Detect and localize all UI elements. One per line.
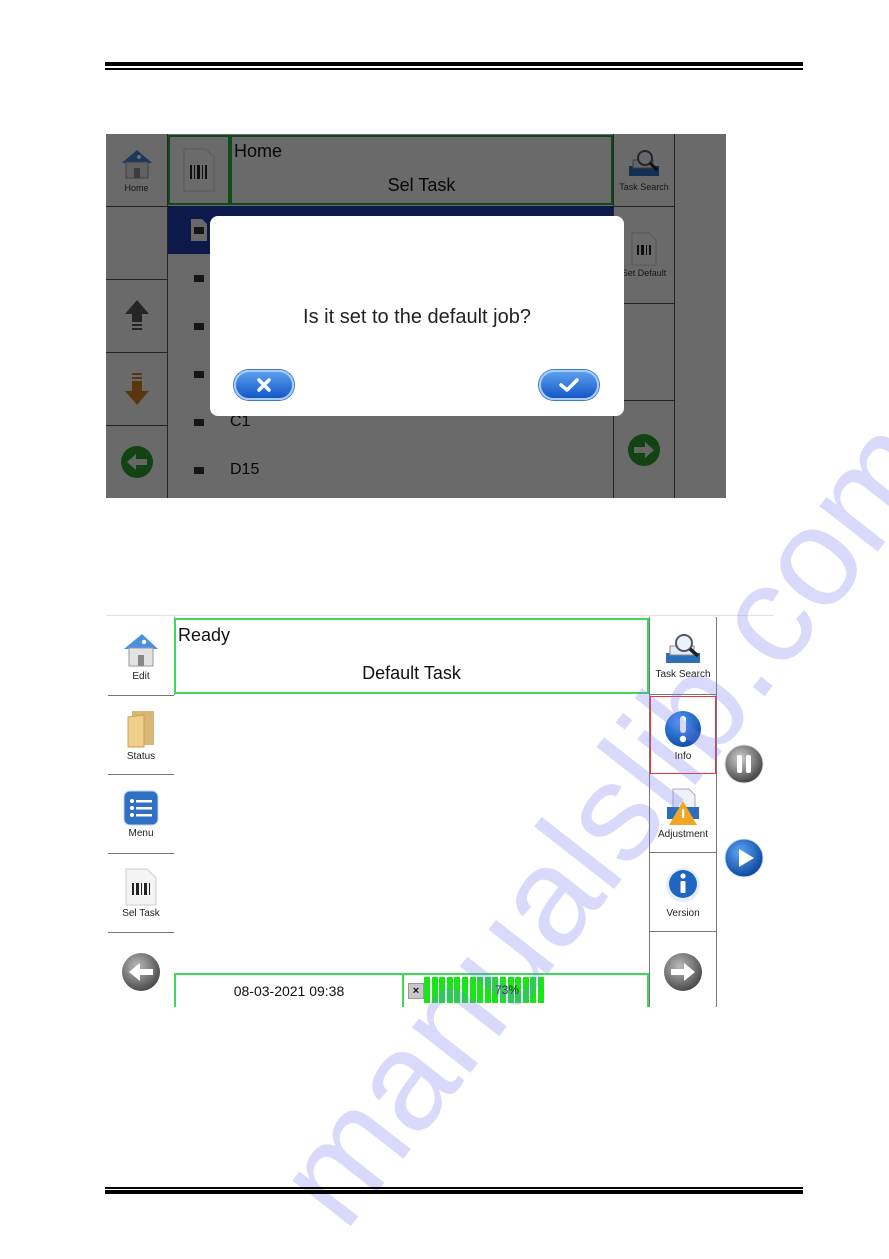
adjustment-button[interactable]: Adjustment: [650, 775, 716, 853]
back-button[interactable]: [108, 933, 174, 1011]
set-default-screen: Home: [106, 134, 726, 498]
menu-button[interactable]: Menu: [108, 775, 174, 854]
info-label: Info: [674, 750, 692, 762]
sel-task-button[interactable]: Sel Task: [108, 854, 174, 933]
ink-level-bar: 73%: [424, 977, 590, 1003]
pause-icon: [724, 744, 764, 784]
print-preview-area: [174, 695, 649, 973]
back-arrow-icon: [122, 953, 160, 991]
task-search-label: Task Search: [655, 669, 711, 680]
current-task-name: Default Task: [362, 663, 461, 683]
close-icon: [257, 378, 271, 392]
check-icon: [559, 378, 579, 392]
info-button[interactable]: Info: [650, 696, 716, 774]
status-label: Status: [126, 750, 156, 762]
barcode-file-icon: [125, 868, 157, 905]
forward-button[interactable]: [650, 933, 716, 1011]
adjustment-label: Adjustment: [657, 829, 709, 840]
task-search-icon: [666, 634, 700, 663]
pause-button[interactable]: [723, 743, 765, 785]
forward-arrow-icon: [664, 953, 702, 991]
start-button[interactable]: [723, 837, 765, 879]
confirm-dialog: Is it set to the default job?: [210, 216, 624, 416]
dialog-question: Is it set to the default job?: [303, 306, 531, 328]
screen-top-edge: [106, 615, 774, 616]
edit-button[interactable]: Edit: [108, 617, 174, 696]
info-icon: [666, 868, 700, 902]
version-label: Version: [666, 908, 700, 919]
datetime-display: 08-03-2021 09:38: [233, 983, 345, 999]
status-divider: [402, 975, 404, 1007]
alert-icon: [665, 710, 701, 747]
menu-label: Menu: [128, 827, 154, 839]
adjustment-icon: [667, 788, 699, 825]
cancel-button[interactable]: [234, 370, 294, 400]
header-rule-thin: [105, 68, 803, 70]
clear-alarm-button[interactable]: ×: [408, 983, 424, 999]
edit-label: Edit: [132, 670, 150, 682]
confirm-button[interactable]: [539, 370, 599, 400]
footer-rule-thin: [105, 1187, 803, 1189]
sel-task-label: Sel Task: [122, 907, 160, 919]
menu-list-icon: [123, 790, 159, 825]
home-icon: [124, 633, 158, 666]
header-panel: Ready Default Task: [174, 618, 649, 694]
task-search-button[interactable]: Task Search: [650, 617, 716, 695]
ink-level-text: 73%: [494, 983, 520, 997]
play-icon: [724, 838, 764, 878]
right-toolbar: Task Search Info Adjustment Version: [649, 617, 717, 1007]
printer-status: Ready: [178, 625, 231, 645]
folder-icon: [127, 710, 154, 747]
main-status-screen: Edit Status Menu Sel Task Ready Default …: [106, 615, 774, 1007]
header-rule-thick: [105, 62, 803, 66]
version-button[interactable]: Version: [650, 854, 716, 932]
status-bar: 08-03-2021 09:38 × 73%: [174, 973, 649, 1007]
footer-rule-thick: [105, 1190, 803, 1194]
status-button[interactable]: Status: [108, 696, 174, 775]
left-toolbar: Edit Status Menu Sel Task: [108, 617, 175, 1007]
